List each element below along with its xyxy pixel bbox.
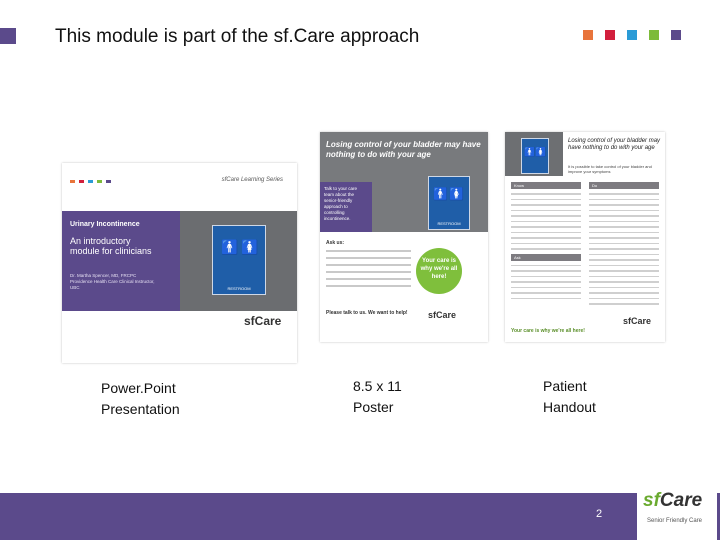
title-band: Urinary Incontinence An introductory mod…: [62, 211, 297, 311]
handout-headline: Losing control of your bladder may have …: [568, 138, 661, 151]
care-circle: Your care is why we're all here!: [416, 248, 462, 294]
restroom-sign: 🚹 🚺 RESTROOM: [428, 176, 470, 230]
ask-us-label: Ask us:: [326, 240, 345, 246]
handout-thumbnail[interactable]: 🚹 🚺 Losing control of your bladder may h…: [505, 132, 665, 342]
woman-icon: 🚺: [535, 147, 547, 157]
caption-line: Poster: [353, 399, 394, 415]
man-icon: 🚹: [524, 147, 536, 157]
dot-orange: [583, 30, 593, 40]
powerpoint-thumbnail[interactable]: sfCare Learning Series Urinary Incontine…: [62, 163, 297, 363]
sfcare-logo: sfCare Senior Friendly Care: [637, 488, 717, 540]
poster-thumbnail[interactable]: 🚹 🚺 RESTROOM Losing control of your blad…: [320, 132, 488, 342]
sign-word: RESTROOM: [437, 221, 461, 226]
color-dots: [583, 30, 681, 40]
caption-line: Presentation: [101, 401, 180, 417]
logo-suffix: Care: [659, 490, 703, 511]
do-header: Do: [589, 182, 659, 189]
footer-bar: [0, 493, 720, 540]
woman-icon: 🚺: [241, 239, 259, 255]
dot-blue: [627, 30, 637, 40]
ask-lines: [511, 264, 581, 299]
woman-icon: 🚺: [449, 187, 464, 201]
know-lines: [511, 193, 581, 250]
dot-purple: [671, 30, 681, 40]
man-icon: 🚹: [433, 187, 448, 201]
mini-dot: [106, 180, 111, 183]
man-icon: 🚹: [221, 239, 239, 255]
page-number: 2: [596, 508, 603, 520]
do-lines: [589, 193, 659, 305]
logo-tagline: Senior Friendly Care: [647, 518, 703, 524]
caption-line: Patient: [543, 378, 587, 394]
mini-dot: [88, 180, 93, 183]
handout-footer: Your care is why we're all here!: [511, 328, 585, 334]
logo-prefix: sf: [643, 490, 660, 511]
caption-line: 8.5 x 11: [353, 378, 402, 394]
restroom-sign: 🚹 🚺: [521, 138, 549, 174]
sign-word: RESTROOM: [227, 286, 251, 291]
know-header: Know: [511, 182, 581, 189]
caption-poster: 8.5 x 11 Poster: [353, 376, 402, 418]
thumbnail-logo: sfCare: [244, 314, 281, 328]
dot-green: [649, 30, 659, 40]
caption-powerpoint: Power.Point Presentation: [101, 378, 180, 420]
handout-subhead: It is possible to take control of your b…: [568, 164, 652, 174]
caption-handout: Patient Handout: [543, 376, 596, 418]
poster-callout: Talk to your care team about the senior-…: [320, 182, 372, 232]
mini-dot: [97, 180, 102, 183]
logo-text: sfCare: [244, 314, 282, 328]
slide-title: This module is part of the sf.Care appro…: [55, 26, 420, 47]
caption-line: Power.Point: [101, 380, 176, 396]
module-subtitle: An introductory module for clinicians: [70, 236, 152, 256]
logo-wordmark: sfCare: [643, 490, 702, 512]
handout-photo: 🚹 🚺: [505, 132, 563, 176]
ask-header: Ask: [511, 253, 581, 261]
question-lines: [326, 250, 411, 292]
caption-line: Handout: [543, 399, 596, 415]
restroom-photo: 🚹 🚺 RESTROOM: [180, 211, 297, 311]
series-label: sfCare Learning Series: [221, 177, 283, 183]
thumbnail-dots: [70, 180, 111, 183]
handout-logo: sfCare: [623, 316, 652, 326]
mini-dot: [79, 180, 84, 183]
module-title: Urinary Incontinence: [70, 221, 140, 228]
poster-note: Please talk to us. We want to help!: [326, 310, 408, 316]
do-column: Do: [589, 182, 659, 309]
dot-red: [605, 30, 615, 40]
corner-accent-square: [0, 28, 16, 44]
module-authors: Dr. Martha Spencer, MD, FRCPC Providence…: [70, 273, 155, 290]
restroom-sign: 🚹 🚺 RESTROOM: [212, 225, 266, 295]
know-column: Know Ask: [511, 182, 581, 303]
poster-headline: Losing control of your bladder may have …: [326, 140, 481, 159]
mini-dot: [70, 180, 75, 183]
poster-logo: sfCare: [428, 310, 457, 320]
